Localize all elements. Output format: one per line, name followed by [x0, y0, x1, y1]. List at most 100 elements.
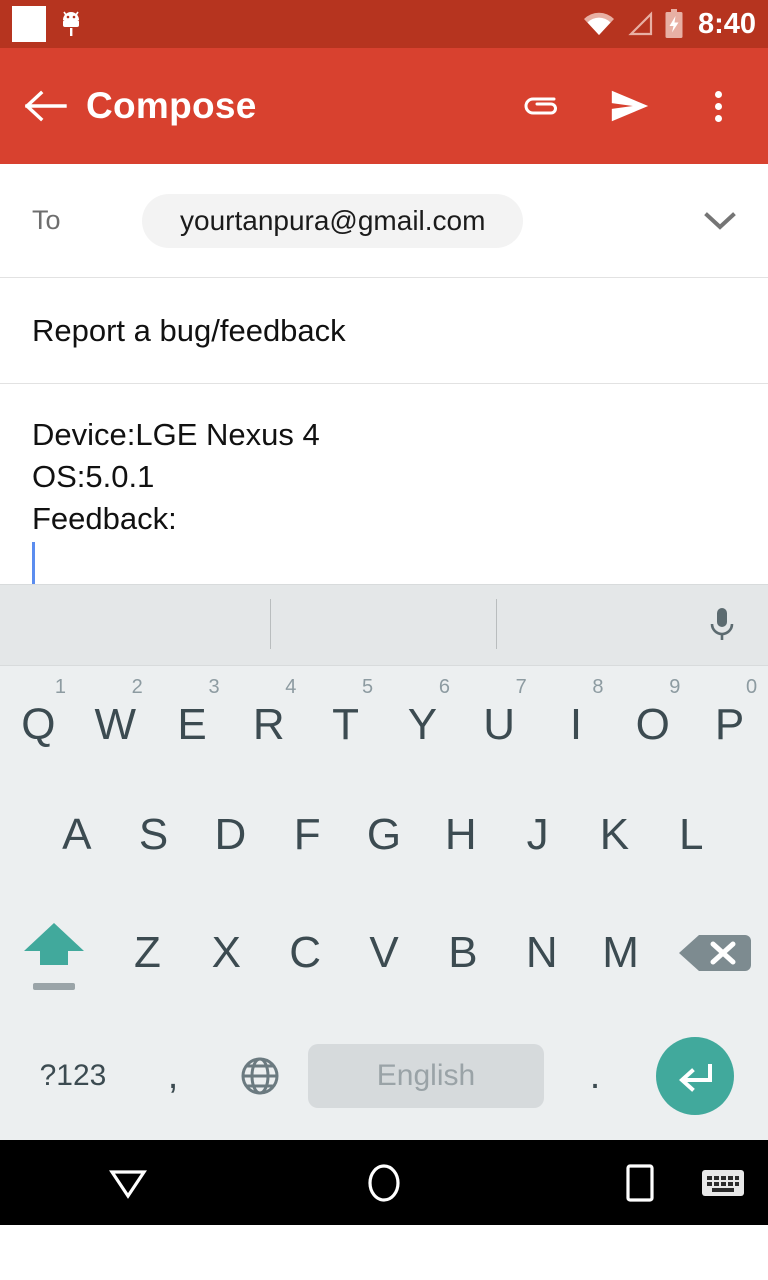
backspace-icon: [679, 935, 752, 971]
android-screen: 8:40 Compose To yourtanpura@gmail.com Re…: [0, 0, 768, 1280]
key-m[interactable]: M: [581, 928, 660, 978]
backspace-key[interactable]: [660, 926, 768, 980]
page-title: Compose: [86, 85, 257, 126]
subject-row[interactable]: Report a bug/feedback: [0, 278, 768, 384]
key-u[interactable]: 7U: [461, 666, 538, 776]
comma-key[interactable]: ,: [128, 1055, 218, 1098]
body-line: OS:5.0.1: [32, 459, 155, 494]
period-key[interactable]: .: [550, 1055, 640, 1098]
key-f[interactable]: F: [269, 776, 346, 894]
overflow-button[interactable]: [696, 84, 740, 128]
key-v[interactable]: V: [345, 928, 424, 978]
subject-input[interactable]: Report a bug/feedback: [32, 313, 346, 349]
key-g[interactable]: G: [346, 776, 423, 894]
key-hint-4: 4: [285, 676, 297, 698]
to-label: To: [32, 205, 61, 235]
back-button[interactable]: [22, 82, 70, 130]
compose-form: To yourtanpura@gmail.com Report a bug/fe…: [0, 164, 768, 584]
space-key[interactable]: English: [308, 1044, 544, 1108]
keyboard-row-4: ?123 , English .: [0, 1012, 768, 1140]
attach-button[interactable]: [520, 84, 564, 128]
key-y[interactable]: 6Y: [384, 666, 461, 776]
key-k[interactable]: K: [576, 776, 653, 894]
voice-input-button[interactable]: [698, 601, 746, 649]
status-bar-system-icons: 8:40: [582, 9, 756, 39]
key-z[interactable]: Z: [108, 928, 187, 978]
suggestion-divider: [496, 599, 497, 649]
key-o[interactable]: 9O: [614, 666, 691, 776]
back-arrow-icon: [25, 90, 67, 122]
key-e[interactable]: 3E: [154, 666, 231, 776]
key-t[interactable]: 5T: [307, 666, 384, 776]
symbols-key[interactable]: ?123: [18, 1059, 128, 1093]
nav-back-button[interactable]: [0, 1140, 256, 1225]
text-cursor: [32, 542, 35, 584]
enter-key-circle: [656, 1037, 734, 1115]
key-a[interactable]: A: [38, 776, 115, 894]
key-hint-2: 2: [131, 676, 143, 698]
status-bar-notifications: [12, 6, 82, 42]
key-b[interactable]: B: [423, 928, 502, 978]
key-c[interactable]: C: [266, 928, 345, 978]
microphone-icon: [710, 608, 734, 640]
key-row2-spacer-left: [0, 776, 38, 894]
key-i[interactable]: 8I: [538, 666, 615, 776]
key-l[interactable]: L: [653, 776, 730, 894]
enter-key[interactable]: [640, 1037, 750, 1115]
keyboard-row-1: 1Q 2W 3E 4R 5T 6Y 7U 8I 9O 0P: [0, 666, 768, 776]
circle-icon: [368, 1163, 400, 1202]
key-row2-spacer-right: [730, 776, 768, 894]
signal-icon: [628, 11, 653, 36]
send-button[interactable]: [608, 84, 652, 128]
key-q[interactable]: 1Q: [0, 666, 77, 776]
nav-home-button[interactable]: [256, 1140, 512, 1225]
key-w[interactable]: 2W: [77, 666, 154, 776]
expand-recipients-button[interactable]: [696, 197, 744, 245]
keyboard-row-2: A S D F G H J K L: [0, 776, 768, 894]
navigation-bar: [0, 1140, 768, 1225]
shift-caps-lock-icon: [24, 922, 84, 965]
app-bar-actions: [520, 84, 746, 128]
more-vert-icon: [714, 90, 722, 122]
body-input[interactable]: Device:LGE Nexus 4 OS:5.0.1 Feedback:: [0, 384, 768, 584]
caps-lock-indicator: [33, 982, 75, 990]
key-d[interactable]: D: [192, 776, 269, 894]
wifi-icon: [583, 12, 614, 36]
recipient-row[interactable]: To yourtanpura@gmail.com: [0, 164, 768, 278]
enter-return-icon: [679, 1064, 712, 1092]
key-hint-6: 6: [438, 676, 450, 698]
chevron-down-icon: [704, 211, 736, 230]
space-key-label: English: [376, 1059, 476, 1092]
key-j[interactable]: J: [499, 776, 576, 894]
status-bar-clock: 8:40: [697, 7, 756, 40]
key-r[interactable]: 4R: [230, 666, 307, 776]
body-line: Feedback:: [32, 501, 177, 536]
notification-square-icon: [12, 6, 46, 42]
status-bar: 8:40: [0, 0, 768, 48]
down-triangle-icon: [109, 1169, 147, 1199]
key-hint-9: 9: [669, 676, 681, 698]
send-icon: [611, 90, 649, 122]
suggestion-strip[interactable]: [0, 584, 768, 666]
key-x[interactable]: X: [187, 928, 266, 978]
android-droid-icon: [63, 11, 79, 36]
recipient-chip[interactable]: yourtanpura@gmail.com: [142, 193, 524, 248]
square-icon: [626, 1163, 654, 1202]
key-s[interactable]: S: [115, 776, 192, 894]
key-hint-0: 0: [746, 676, 758, 698]
globe-language-icon: [241, 1057, 279, 1095]
app-bar: Compose: [0, 48, 768, 164]
body-line: Device:LGE Nexus 4: [32, 417, 320, 452]
on-screen-keyboard: 1Q 2W 3E 4R 5T 6Y 7U 8I 9O 0P A S D F G …: [0, 584, 768, 1140]
key-hint-5: 5: [362, 676, 374, 698]
key-h[interactable]: H: [422, 776, 499, 894]
suggestion-divider: [270, 599, 271, 649]
language-switch-key[interactable]: [218, 1054, 302, 1098]
key-p[interactable]: 0P: [691, 666, 768, 776]
key-n[interactable]: N: [502, 928, 581, 978]
key-hint-8: 8: [592, 676, 604, 698]
key-hint-7: 7: [515, 676, 527, 698]
keyboard-indicator-button[interactable]: [700, 1160, 746, 1206]
shift-key[interactable]: [0, 917, 108, 990]
paperclip-icon: [524, 97, 557, 115]
